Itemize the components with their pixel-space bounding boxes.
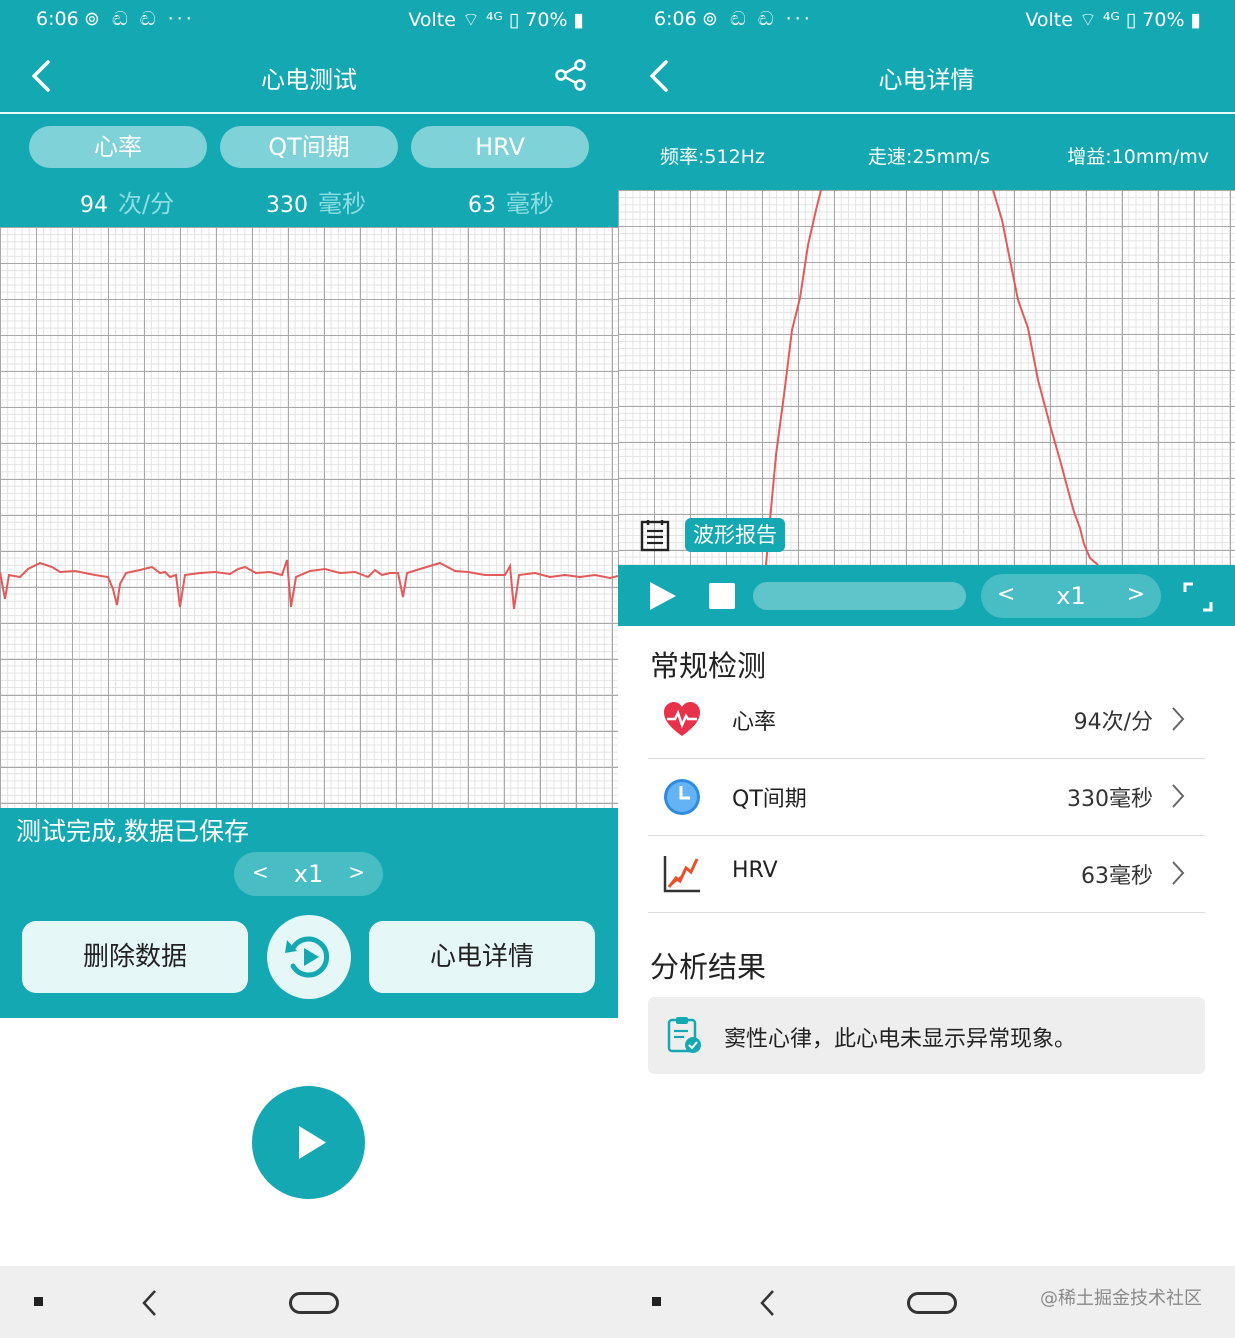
notification-icons: ⊚ ඬ ඬ ··· <box>702 8 813 30</box>
heart-rate-icon <box>664 702 700 736</box>
recording-params: 频率:512Hz 走速:25mm/s 增益:10mm/mv <box>618 114 1235 190</box>
delete-data-button[interactable]: 删除数据 <box>22 921 248 993</box>
row-qt-interval[interactable]: QT间期 330毫秒 <box>648 759 1205 836</box>
system-back-icon[interactable] <box>758 1288 778 1318</box>
status-indicators: Volte ⌔ ⁴ᴳ ▯ 70% ▮ <box>1025 9 1201 31</box>
row-label: QT间期 <box>732 787 807 812</box>
row-hrv[interactable]: HRV 63毫秒 <box>648 836 1205 913</box>
row-heart-rate[interactable]: 心率 94次/分 <box>648 682 1205 759</box>
stop-icon[interactable] <box>708 582 736 610</box>
speed-param: 走速:25mm/s <box>868 146 990 168</box>
hrv-value: 63 <box>468 193 496 218</box>
analysis-result-box: 窦性心律，此心电未显示异常现象。 <box>648 997 1205 1074</box>
control-area: 测试完成,数据已保存 < x1 > 删除数据 心电详情 <box>0 808 618 1018</box>
playback-progress-bar[interactable] <box>753 582 966 610</box>
ecg-waveform <box>0 559 618 610</box>
speed-next-button[interactable]: > <box>1127 582 1145 607</box>
status-bar: 6:06 ⊚ ඬ ඬ ··· Volte ⌔ ⁴ᴳ ▯ 70% ▮ <box>0 0 618 40</box>
recent-apps-icon[interactable] <box>652 1297 661 1306</box>
replay-icon <box>285 936 330 978</box>
row-value: 63毫秒 <box>1081 864 1153 889</box>
play-icon[interactable] <box>646 579 680 613</box>
heart-rate-metric: 94 次/分 <box>80 184 174 219</box>
row-label: 心率 <box>732 710 777 735</box>
replay-button[interactable] <box>267 915 351 999</box>
gain-param: 增益:10mm/mv <box>1067 146 1209 168</box>
qt-metric: 330 毫秒 <box>266 184 366 219</box>
analysis-result-text: 窦性心律，此心电未显示异常现象。 <box>724 1027 1077 1052</box>
play-button[interactable] <box>252 1086 365 1199</box>
play-icon <box>299 1126 326 1159</box>
page-title: 心电测试 <box>261 66 357 94</box>
status-message: 测试完成,数据已保存 <box>16 817 249 846</box>
page-title: 心电详情 <box>878 66 975 94</box>
ecg-detail-button[interactable]: 心电详情 <box>369 921 595 993</box>
nav-bar: 心电详情 <box>618 40 1235 112</box>
watermark: @稀土掘金技术社区 <box>1040 1288 1202 1309</box>
ecg-test-screen: 6:06 ⊚ ඬ ඬ ··· Volte ⌔ ⁴ᴳ ▯ 70% ▮ 心电测试 心… <box>0 0 618 1266</box>
row-label: HRV <box>732 858 778 883</box>
row-value: 94次/分 <box>1073 710 1153 735</box>
qt-value: 330 <box>266 193 308 218</box>
status-indicators: Volte ⌔ ⁴ᴳ ▯ 70% ▮ <box>408 9 584 31</box>
clipboard-check-icon <box>667 1017 701 1053</box>
heart-rate-unit: 次/分 <box>118 190 175 218</box>
row-value: 330毫秒 <box>1067 787 1153 812</box>
clock-icon <box>664 779 700 815</box>
playback-bar: < x1 > <box>618 565 1235 626</box>
fullscreen-icon[interactable] <box>1183 582 1213 612</box>
home-button-icon[interactable] <box>289 1292 339 1314</box>
system-back-icon[interactable] <box>140 1288 160 1318</box>
chevron-right-icon <box>1172 861 1185 885</box>
chevron-right-icon <box>1172 707 1185 731</box>
chevron-right-icon <box>1172 784 1185 808</box>
frequency-param: 频率:512Hz <box>660 146 765 168</box>
hrv-chart-icon <box>663 856 700 893</box>
home-button-icon[interactable] <box>907 1292 957 1314</box>
hrv-unit: 毫秒 <box>506 190 554 218</box>
ecg-zoom-grid: 波形报告 <box>618 189 1235 566</box>
heart-rate-value: 94 <box>80 193 108 218</box>
routine-test-title: 常规检测 <box>650 649 767 683</box>
speed-next-button[interactable]: > <box>348 860 365 884</box>
speed-selector: < x1 > <box>234 852 383 896</box>
status-time: 6:06 <box>36 8 79 30</box>
tab-heart-rate[interactable]: 心率 <box>29 126 207 168</box>
share-icon[interactable] <box>554 58 588 92</box>
ecg-grid <box>0 227 618 808</box>
playback-speed-selector: < x1 > <box>981 574 1161 618</box>
tab-hrv[interactable]: HRV <box>411 126 589 168</box>
metric-tabs: 心率 QT间期 HRV 94 次/分 330 毫秒 63 毫秒 <box>0 114 618 227</box>
status-bar: 6:06 ⊚ ඬ ඬ ··· Volte ⌔ ⁴ᴳ ▯ 70% ▮ <box>618 0 1235 40</box>
ecg-detail-screen: 6:06 ⊚ ඬ ඬ ··· Volte ⌔ ⁴ᴳ ▯ 70% ▮ 心电详情 频… <box>618 0 1235 1266</box>
nav-bar: 心电测试 <box>0 40 618 112</box>
analysis-result-title: 分析结果 <box>650 950 767 984</box>
waveform-report-button[interactable]: 波形报告 <box>685 518 785 552</box>
recent-apps-icon[interactable] <box>34 1297 43 1306</box>
tab-qt-interval[interactable]: QT间期 <box>220 126 398 168</box>
hrv-metric: 63 毫秒 <box>468 184 554 219</box>
qt-unit: 毫秒 <box>318 190 366 218</box>
notification-icons: ⊚ ඬ ඬ ··· <box>84 8 195 30</box>
report-list-icon[interactable] <box>638 518 672 552</box>
status-time: 6:06 <box>654 8 697 30</box>
ecg-zoom-waveform <box>765 189 1099 566</box>
